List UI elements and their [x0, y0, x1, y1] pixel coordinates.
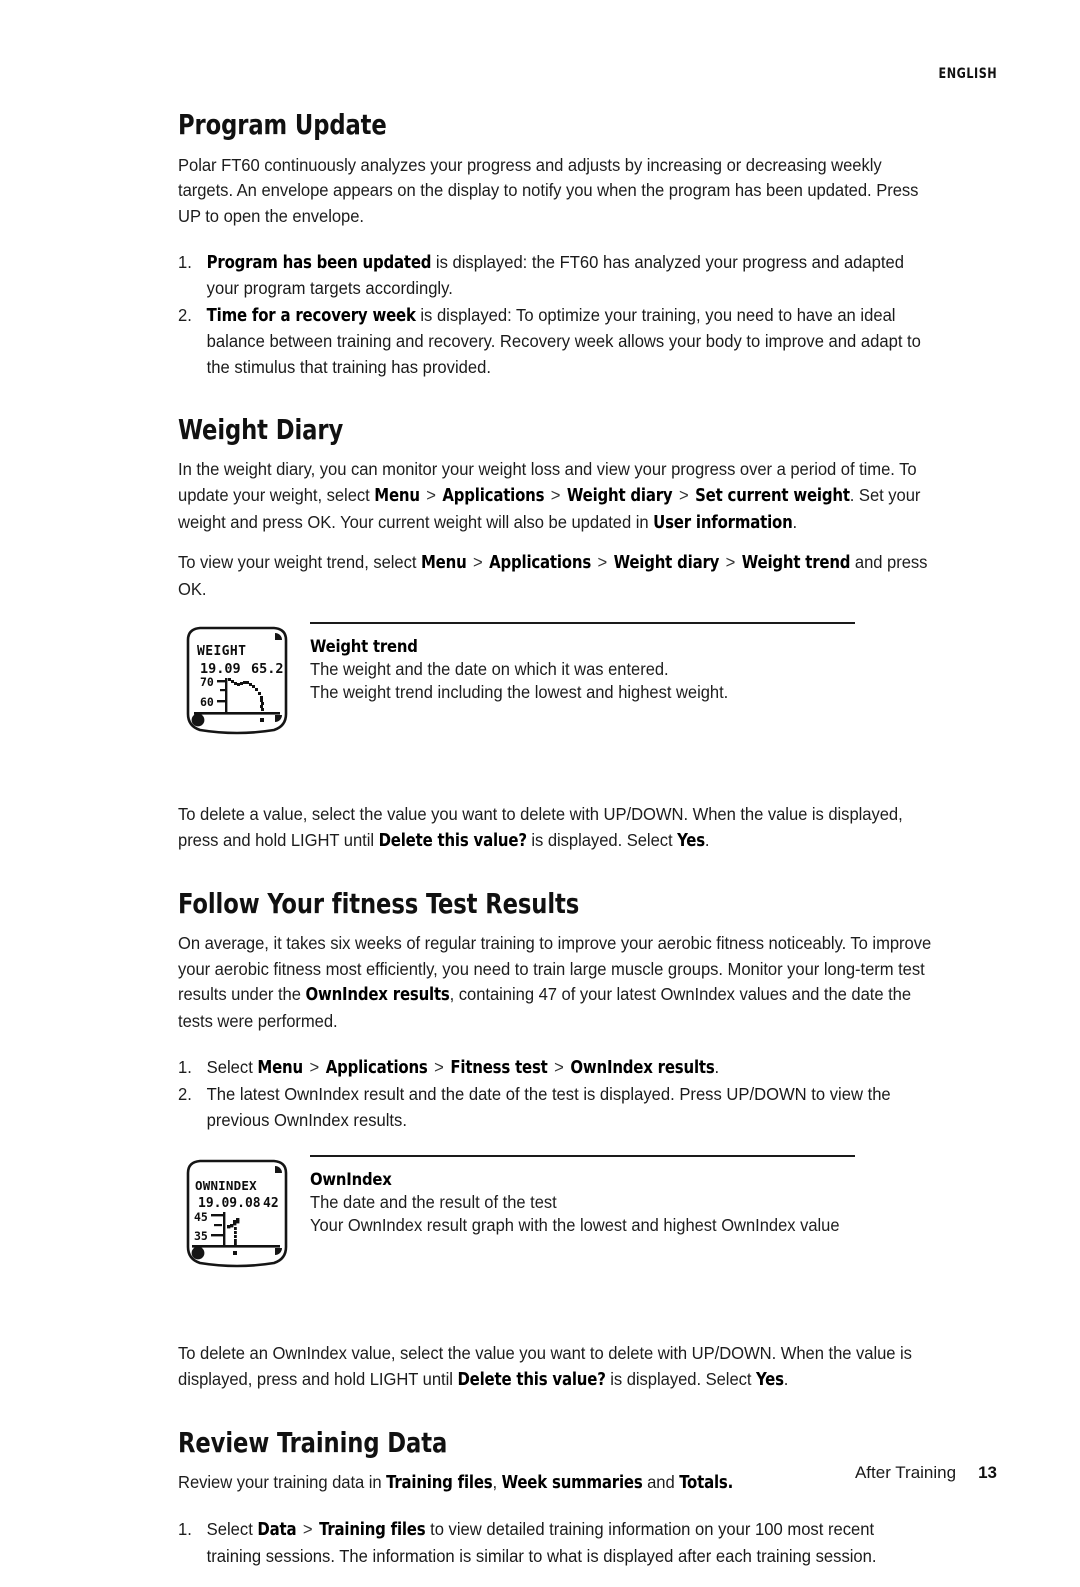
paragraph-delete-weight-value: To delete a value, select the value you …: [178, 802, 932, 854]
list-number: 2.: [178, 1084, 192, 1105]
svg-text:65.2: 65.2: [251, 661, 284, 677]
svg-text:WEIGHT: WEIGHT: [197, 644, 246, 659]
figure-weight-trend: WEIGHT 19.09 65.2 70 60 Weight trend The…: [178, 622, 968, 772]
list-item: 2. The latest OwnIndex result and the dat…: [178, 1082, 932, 1133]
ui-path-applications: Applications: [442, 485, 545, 506]
caption-line: Your OwnIndex result graph with the lowe…: [310, 1215, 840, 1236]
list-number: 2.: [178, 304, 192, 325]
text-fragment: .: [704, 829, 710, 850]
path-separator-icon: >: [674, 484, 694, 505]
ui-path-weight-diary: Weight diary: [566, 485, 673, 506]
list-program-update-steps: 1. Program has been updated is displayed:…: [178, 250, 968, 381]
footer-page-number: 13: [978, 1463, 997, 1482]
ui-string-ownindex-results: OwnIndex results: [305, 985, 450, 1006]
path-separator-icon: >: [549, 1056, 569, 1077]
svg-text:19.09.08: 19.09.08: [198, 1196, 261, 1211]
ui-path-weight-diary: Weight diary: [613, 553, 720, 574]
path-separator-icon: >: [421, 484, 441, 505]
paragraph-weight-diary-intro: In the weight diary, you can monitor you…: [178, 457, 932, 536]
ui-string: Program has been updated: [206, 252, 432, 273]
heading-program-update: Program Update: [178, 108, 387, 141]
list-number: 1.: [178, 251, 192, 272]
path-separator-icon: >: [592, 552, 612, 573]
figure-divider: [310, 1155, 855, 1158]
text-fragment: is displayed. Select: [526, 829, 678, 850]
list-item: 1. Select Menu > Applications > Fitness t…: [178, 1055, 932, 1082]
text-fragment: .: [714, 1056, 720, 1077]
text-fragment: .: [783, 1369, 789, 1390]
ui-path-menu: Menu: [257, 1057, 303, 1078]
paragraph-weight-trend-path: To view your weight trend, select Menu >…: [178, 550, 932, 602]
svg-text:35: 35: [194, 1229, 208, 1243]
list-fitness-steps: 1. Select Menu > Applications > Fitness t…: [178, 1055, 968, 1134]
figure-divider: [310, 622, 855, 625]
list-item-text: The latest OwnIndex result and the date …: [206, 1084, 891, 1130]
svg-text:45: 45: [194, 1210, 208, 1224]
list-item: 2. Time for a recovery week is displayed:…: [178, 303, 932, 381]
ui-string-delete-this-value: Delete this value?: [457, 1370, 606, 1391]
caption-title: OwnIndex: [310, 1170, 392, 1190]
ui-string-yes: Yes: [677, 830, 705, 851]
caption-line: The weight trend including the lowest an…: [310, 682, 729, 703]
text-fragment: is displayed. Select: [605, 1369, 757, 1390]
page-footer: After Training 13: [0, 1408, 1080, 1528]
page-content: Program Update Polar FT60 continuously a…: [178, 108, 968, 1587]
caption-line: The date and the result of the test: [310, 1192, 557, 1213]
ui-path-fitness-test: Fitness test: [450, 1057, 548, 1078]
watch-illustration-weight: WEIGHT 19.09 65.2 70 60: [186, 627, 288, 735]
ui-path-applications: Applications: [489, 553, 592, 574]
path-separator-icon: >: [721, 552, 740, 573]
text-fragment: Select: [206, 1056, 258, 1077]
svg-text:OWNINDEX: OWNINDEX: [195, 1178, 257, 1193]
path-separator-icon: >: [429, 1056, 449, 1077]
svg-text:42: 42: [263, 1196, 279, 1211]
ui-path-menu: Menu: [421, 553, 467, 574]
caption-line: The weight and the date on which it was …: [310, 659, 669, 680]
paragraph-program-update-intro: Polar FT60 continuously analyzes your pr…: [178, 154, 919, 226]
list-number: 1.: [178, 1056, 192, 1077]
paragraph-delete-ownindex-value: To delete an OwnIndex value, select the …: [178, 1341, 932, 1393]
heading-fitness-test-results: Follow Your fitness Test Results: [178, 886, 580, 920]
ui-string: Time for a recovery week: [206, 305, 416, 326]
path-separator-icon: >: [468, 552, 488, 573]
watch-illustration-ownindex: OWNINDEX 19.09.08 42 45 35: [186, 1160, 288, 1268]
path-separator-icon: >: [546, 484, 566, 505]
ui-path-weight-trend: Weight trend: [741, 553, 851, 574]
text-fragment: .: [792, 511, 798, 532]
ui-path-menu: Menu: [374, 485, 420, 506]
running-header-language: ENGLISH: [938, 66, 997, 82]
svg-text:60: 60: [200, 695, 214, 709]
figure-caption-ownindex: OwnIndex The date and the result of the …: [310, 1169, 930, 1237]
figure-caption-weight-trend: Weight trend The weight and the date on …: [310, 636, 930, 704]
caption-title: Weight trend: [310, 637, 418, 657]
heading-weight-diary: Weight Diary: [178, 412, 344, 446]
paragraph-fitness-intro: On average, it takes six weeks of regula…: [178, 931, 932, 1034]
figure-ownindex: OWNINDEX 19.09.08 42 45 35 OwnIndex The …: [178, 1155, 968, 1305]
ui-string-user-information: User information: [653, 512, 793, 533]
path-separator-icon: >: [304, 1056, 324, 1077]
ui-string-delete-this-value: Delete this value?: [378, 830, 527, 851]
ui-path-set-current-weight: Set current weight: [695, 485, 850, 506]
ui-path-applications: Applications: [325, 1057, 428, 1078]
manual-page: ENGLISH Program Update Polar FT60 contin…: [0, 0, 1080, 1566]
text-fragment: To view your weight trend, select: [178, 552, 422, 573]
ui-string-yes: Yes: [756, 1370, 784, 1391]
ui-path-ownindex-results: OwnIndex results: [570, 1057, 715, 1078]
svg-text:70: 70: [200, 675, 214, 689]
list-item: 1. Program has been updated is displayed:…: [178, 250, 932, 302]
footer-chapter-label: After Training: [854, 1463, 957, 1482]
